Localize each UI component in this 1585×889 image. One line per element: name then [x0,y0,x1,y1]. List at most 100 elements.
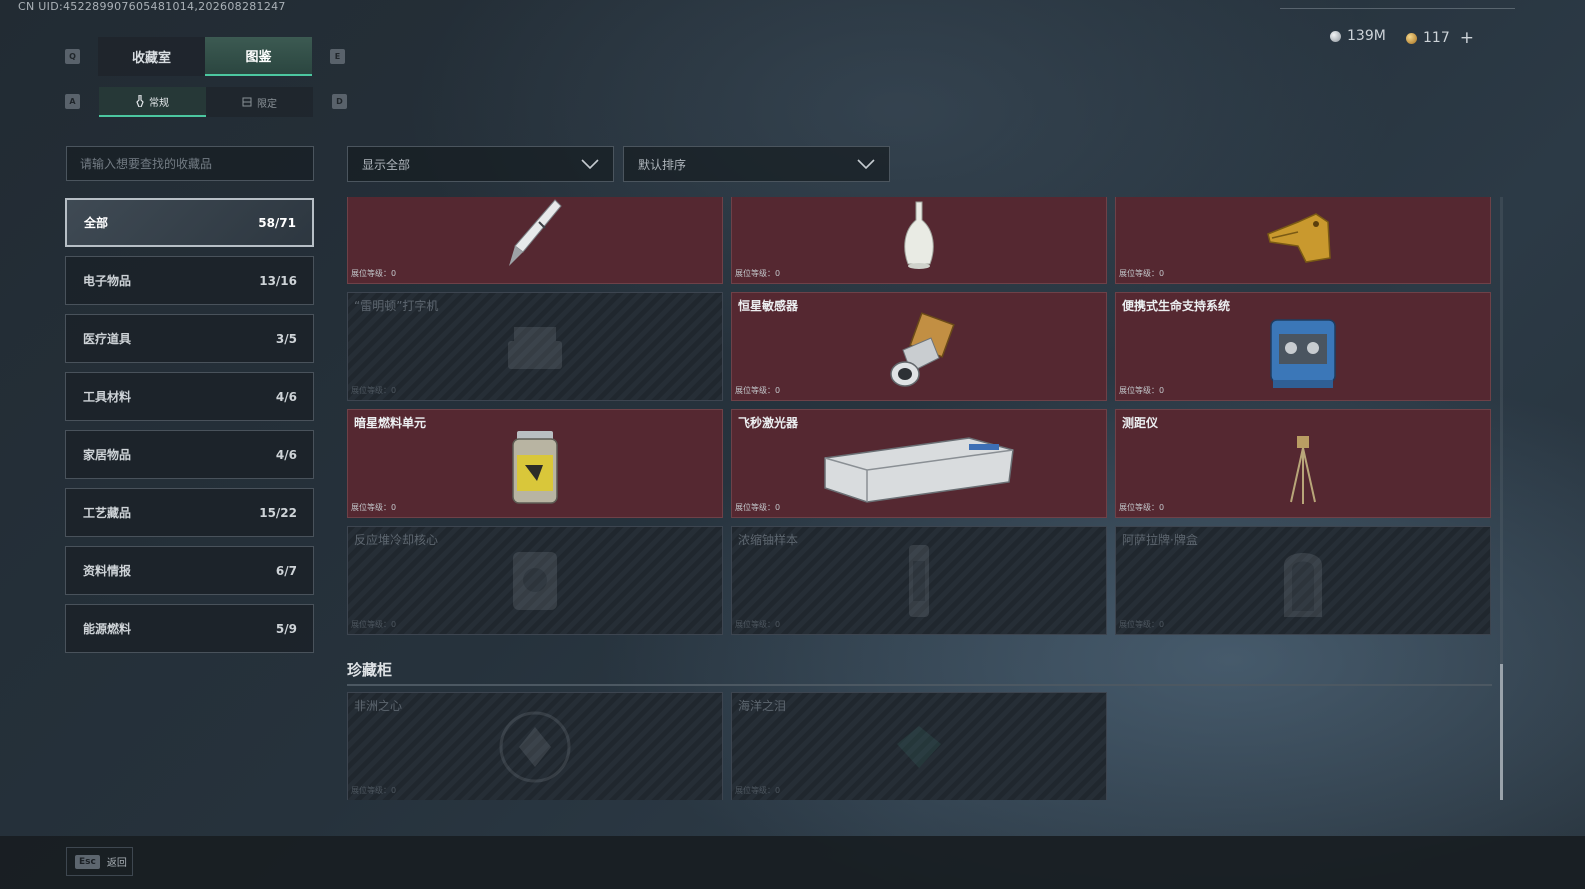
item-card-femtosecond-laser[interactable]: 飞秒激光器 展位等级：0 [731,409,1107,518]
item-card-gold-head[interactable]: 展位等级：0 [1115,197,1491,284]
subtab-limited-label: 限定 [257,98,277,110]
card-box-icon [1284,552,1322,617]
item-name: 飞秒激光器 [738,416,799,430]
item-level: 展位等级：0 [351,786,397,795]
show-filter-label: 显示全部 [362,157,411,172]
reactor-core-icon [513,551,557,610]
gold-crocodile-head-icon [1267,212,1331,263]
item-level: 展位等级：0 [1119,269,1165,278]
item-card-pen[interactable]: 展位等级：0 [347,197,723,284]
item-card-life-support[interactable]: 便携式生命支持系统 展位等级：0 [1115,292,1491,401]
heart-gem-icon [499,711,571,782]
gold-coin-icon [1406,32,1417,44]
item-name: 测距仪 [1122,416,1159,430]
category-crafts[interactable]: 工艺藏品 15/22 [65,488,314,537]
item-level: 展位等级：0 [735,503,781,512]
scrollbar-thumb[interactable] [1500,664,1503,800]
item-name: 暗星燃料单元 [354,416,427,430]
subtab-limited[interactable]: 限定 [206,87,313,117]
item-level: 展位等级：0 [1119,620,1165,629]
currency-silver-value: 139M [1347,28,1386,44]
currency-gold-value: 117 [1423,30,1450,46]
typewriter-icon [508,326,562,369]
category-household[interactable]: 家居物品 4/6 [65,430,314,479]
item-level: 展位等级：0 [351,386,397,395]
vault-section-title: 珍藏柜 [347,661,393,679]
item-level: 展位等级：0 [351,503,397,512]
show-filter-dropdown[interactable]: 显示全部 [347,146,614,182]
item-card-reactor-core[interactable]: 反应堆冷却核心 展位等级：0 [347,526,723,635]
item-level: 展位等级：0 [351,269,397,278]
item-level: 展位等级：0 [735,269,781,278]
tab-collection-room[interactable]: 收藏室 [98,37,205,76]
item-level: 展位等级：0 [735,620,781,629]
vase-icon [904,201,934,269]
category-label: 电子物品 [83,274,132,288]
search-input[interactable]: 请输入想要查找的收藏品 [66,146,314,181]
item-name: “雷明顿”打字机 [354,299,439,313]
category-label: 全部 [84,216,109,230]
item-card-star-sensor[interactable]: 恒星敏感器 展位等级：0 [731,292,1107,401]
category-all[interactable]: 全部 58/71 [65,198,314,247]
uid-label: CN UID:452289907605481014,202608281247 [18,0,286,13]
add-currency-button[interactable]: + [1460,28,1474,48]
category-count: 6/7 [275,563,297,578]
category-label: 工艺藏品 [83,506,132,520]
item-name: 反应堆冷却核心 [354,533,439,547]
category-medical[interactable]: 医疗道具 3/5 [65,314,314,363]
tear-gem-icon [897,725,941,768]
subtab-regular[interactable]: 常规 [99,87,206,117]
header-divider [1280,8,1515,9]
item-level: 展位等级：0 [1119,386,1165,395]
currency-silver: 139M [1330,28,1386,44]
item-card-typewriter[interactable]: “雷明顿”打字机 展位等级：0 [347,292,723,401]
vault-divider [347,684,1492,686]
esc-key-hint: Esc [75,854,100,869]
laser-box-icon [824,436,1014,503]
sort-label: 默认排序 [638,157,687,172]
pen-icon [509,198,562,266]
category-intel[interactable]: 资料情报 6/7 [65,546,314,595]
category-count: 15/22 [259,505,297,520]
tab-codex[interactable]: 图鉴 [205,37,312,76]
back-button[interactable]: Esc 返回 [66,847,133,876]
item-card-tear-of-ocean[interactable]: 海洋之泪 展位等级：0 [731,692,1107,800]
category-label: 工具材料 [83,390,132,404]
item-level: 展位等级：0 [735,386,781,395]
category-electronics[interactable]: 电子物品 13/16 [65,256,314,305]
category-tools[interactable]: 工具材料 4/6 [65,372,314,421]
item-card-card-box[interactable]: 阿萨拉牌·牌盒 展位等级：0 [1115,526,1491,635]
category-count: 3/5 [275,331,297,346]
back-label: 返回 [106,858,127,869]
fuel-cell-icon [512,430,558,504]
item-level: 展位等级：0 [351,620,397,629]
box-icon [242,97,252,107]
key-hint-q: Q [65,49,80,64]
item-card-fuel-cell[interactable]: 暗星燃料单元 展位等级：0 [347,409,723,518]
item-card-vase[interactable]: 展位等级：0 [731,197,1107,284]
category-label: 医疗道具 [83,332,132,346]
category-energy[interactable]: 能源燃料 5/9 [65,604,314,653]
category-label: 能源燃料 [83,622,132,636]
key-hint-d: D [332,94,347,109]
tripod-icon [1290,435,1316,504]
category-label: 资料情报 [83,564,132,578]
item-name: 非洲之心 [354,699,403,713]
item-card-heart-of-africa[interactable]: 非洲之心 展位等级：0 [347,692,723,800]
key-hint-a: A [65,94,80,109]
item-level: 展位等级：0 [735,786,781,795]
sort-dropdown[interactable]: 默认排序 [623,146,890,182]
item-card-rangefinder[interactable]: 测距仪 展位等级：0 [1115,409,1491,518]
category-label: 家居物品 [83,448,132,462]
category-count: 4/6 [275,447,297,462]
category-count: 5/9 [275,621,297,636]
category-count: 4/6 [275,389,297,404]
item-level: 展位等级：0 [1119,503,1165,512]
item-name: 恒星敏感器 [738,299,799,313]
silver-coin-icon [1330,30,1341,42]
category-count: 58/71 [258,215,296,230]
item-name: 便携式生命支持系统 [1122,299,1231,313]
item-card-uranium-sample[interactable]: 浓缩铀样本 展位等级：0 [731,526,1107,635]
footer-bar [0,836,1585,889]
chevron-down-icon [581,159,599,169]
